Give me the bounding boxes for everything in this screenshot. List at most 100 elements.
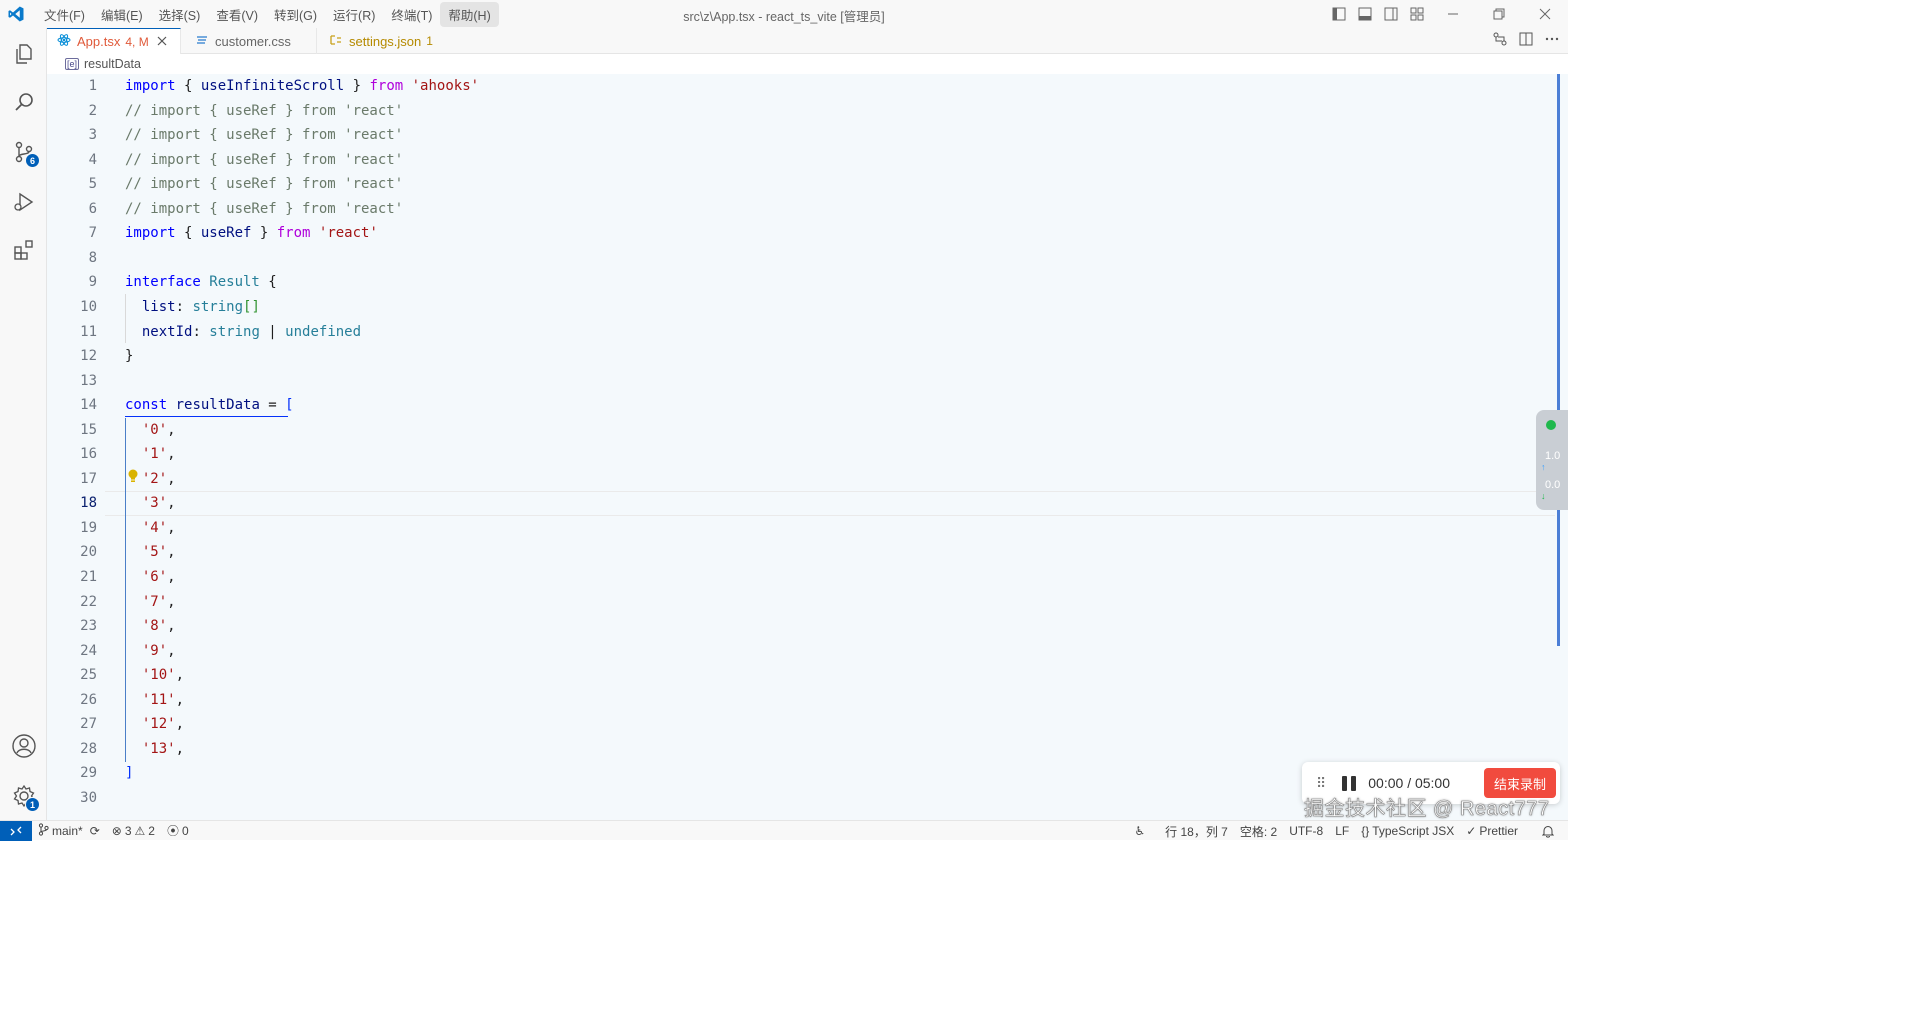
toggle-panel-icon[interactable] bbox=[1352, 0, 1378, 28]
source-control-badge: 6 bbox=[25, 153, 40, 168]
code-editor[interactable]: 1 2 3 4 5 6 7 8 9 10 11 12 13 14 15 16 17 18 19 20 21 22 23 24 2… bbox=[47, 74, 1568, 820]
code-token: [ bbox=[285, 397, 294, 414]
customize-layout-icon[interactable] bbox=[1404, 0, 1430, 28]
scrollbar-thumb[interactable] bbox=[1557, 74, 1560, 646]
status-bar: main* ⟳ ⊗ 3 ⚠ 2 ⦿ 0 ♿ 行 18，列 7 空格: 2 UTF… bbox=[0, 820, 1568, 841]
prettier-status[interactable]: ✓ Prettier bbox=[1460, 824, 1524, 838]
problems-status[interactable]: ⊗ 3 ⚠ 2 bbox=[106, 824, 161, 838]
line-number: 21 bbox=[80, 569, 97, 585]
formatter-label: Prettier bbox=[1479, 824, 1518, 838]
code-line: ] bbox=[125, 761, 133, 786]
extensions-icon[interactable] bbox=[0, 226, 47, 274]
language-mode[interactable]: {} TypeScript JSX bbox=[1355, 824, 1460, 838]
code-token: // import { useRef } from 'react' bbox=[125, 176, 404, 193]
menu-go[interactable]: 转到(G) bbox=[266, 2, 325, 27]
code-line: // import { useRef } from 'react' bbox=[125, 172, 403, 197]
line-number: 2 bbox=[88, 102, 97, 119]
code-token: interface bbox=[125, 274, 201, 291]
check-double-icon: ✓ bbox=[1466, 824, 1477, 838]
notifications-bell-icon[interactable] bbox=[1536, 825, 1560, 838]
line-number: 22 bbox=[80, 593, 97, 610]
network-speed-widget[interactable]: 1.0 ↑ 0.0 ↓ bbox=[1536, 410, 1568, 510]
code-token: , bbox=[175, 716, 185, 733]
code-token: '6' bbox=[125, 569, 168, 585]
remote-icon[interactable] bbox=[0, 820, 32, 841]
accounts-icon[interactable] bbox=[0, 722, 47, 770]
restore-icon[interactable] bbox=[1476, 0, 1522, 28]
lightbulb-icon[interactable] bbox=[127, 468, 139, 484]
line-number: 12 bbox=[80, 348, 97, 365]
tab-label: customer.css bbox=[215, 33, 291, 49]
pause-icon[interactable] bbox=[1342, 775, 1357, 791]
menu-selection[interactable]: 选择(S) bbox=[151, 2, 209, 27]
drag-handle-icon[interactable]: ⠿ bbox=[1316, 775, 1326, 792]
code-token: import bbox=[125, 78, 176, 94]
code-line: '4', bbox=[125, 516, 176, 541]
window-controls bbox=[1326, 0, 1568, 28]
menu-terminal[interactable]: 终端(T) bbox=[383, 2, 440, 27]
menu-file[interactable]: 文件(F) bbox=[36, 2, 93, 27]
run-debug-icon[interactable] bbox=[0, 178, 47, 226]
watermark: 掘金技术社区 @ React777 bbox=[1304, 798, 1550, 821]
line-number: 17 bbox=[80, 470, 97, 487]
code-token: , bbox=[167, 446, 176, 463]
tab-app-tsx[interactable]: App.tsx 4, M bbox=[47, 28, 181, 54]
tab-label: settings.json bbox=[349, 33, 422, 49]
code-line: '9', bbox=[125, 639, 176, 664]
close-window-icon[interactable] bbox=[1522, 0, 1568, 28]
menu-run[interactable]: 运行(R) bbox=[325, 2, 383, 27]
menu-edit[interactable]: 编辑(E) bbox=[93, 2, 151, 27]
upload-arrow-icon: ↑ bbox=[1541, 462, 1546, 472]
breadcrumb-symbol[interactable]: resultData bbox=[84, 57, 141, 71]
code-token: useInfiniteScroll bbox=[200, 78, 345, 94]
encoding[interactable]: UTF-8 bbox=[1283, 824, 1329, 838]
explorer-icon[interactable] bbox=[0, 30, 47, 78]
code-line: import { useRef } from 'react' bbox=[125, 221, 378, 246]
line-number: 5 bbox=[88, 176, 97, 193]
tab-customer-css[interactable]: customer.css bbox=[181, 28, 317, 54]
status-bar-right: ♿ 行 18，列 7 空格: 2 UTF-8 LF {} TypeScript J… bbox=[1128, 821, 1560, 841]
code-token: string bbox=[192, 298, 244, 315]
split-editor-icon[interactable] bbox=[1518, 31, 1534, 52]
code-token: { bbox=[259, 274, 277, 291]
manage-gear-icon[interactable]: 1 bbox=[0, 772, 47, 820]
code-token: '11' bbox=[125, 691, 176, 708]
tab-settings-json[interactable]: settings.json 1 bbox=[317, 28, 447, 54]
code-line: nextId: string | undefined bbox=[125, 320, 361, 345]
code-token: '0' bbox=[125, 421, 168, 438]
line-number: 23 bbox=[80, 618, 97, 635]
line-number: 29 bbox=[80, 765, 97, 782]
code-line: '7', bbox=[125, 590, 176, 615]
search-icon[interactable] bbox=[0, 78, 47, 126]
menu-help[interactable]: 帮助(H) bbox=[440, 1, 499, 27]
toggle-secondary-sidebar-icon[interactable] bbox=[1378, 0, 1404, 28]
code-token: , bbox=[167, 544, 176, 561]
branch-status[interactable]: main* ⟳ bbox=[32, 822, 106, 839]
code-token: from bbox=[276, 225, 311, 242]
status-dot bbox=[1546, 420, 1556, 430]
code-line: // import { useRef } from 'react' bbox=[125, 148, 403, 173]
sync-icon[interactable]: ⟳ bbox=[90, 824, 100, 838]
source-control-icon[interactable]: 6 bbox=[0, 128, 47, 176]
braces-icon: {} bbox=[1361, 824, 1370, 838]
end-of-line[interactable]: LF bbox=[1329, 824, 1355, 838]
line-number: 25 bbox=[80, 667, 97, 684]
cursor-position[interactable]: 行 18，列 7 bbox=[1159, 823, 1234, 840]
compare-changes-icon[interactable] bbox=[1492, 31, 1508, 52]
accessibility-icon[interactable]: ♿ bbox=[1128, 824, 1151, 838]
ports-status[interactable]: ⦿ 0 bbox=[161, 822, 195, 839]
css-icon bbox=[195, 33, 209, 50]
code-line: '3', bbox=[125, 491, 176, 516]
menu-view[interactable]: 查看(V) bbox=[208, 2, 266, 27]
editor-tab-bar: App.tsx 4, M customer.css settings.json … bbox=[47, 28, 1568, 54]
toggle-primary-sidebar-icon[interactable] bbox=[1326, 0, 1352, 28]
code-token: '10' bbox=[125, 667, 176, 684]
code-token: useRef bbox=[200, 225, 252, 242]
code-token: // import { useRef } from 'react' bbox=[125, 151, 404, 168]
code-line: '11', bbox=[125, 688, 184, 713]
minimize-icon[interactable] bbox=[1430, 0, 1476, 28]
more-actions-icon[interactable] bbox=[1544, 31, 1560, 52]
indentation[interactable]: 空格: 2 bbox=[1234, 823, 1283, 840]
line-number: 6 bbox=[88, 200, 97, 217]
close-tab-icon[interactable] bbox=[157, 34, 167, 49]
